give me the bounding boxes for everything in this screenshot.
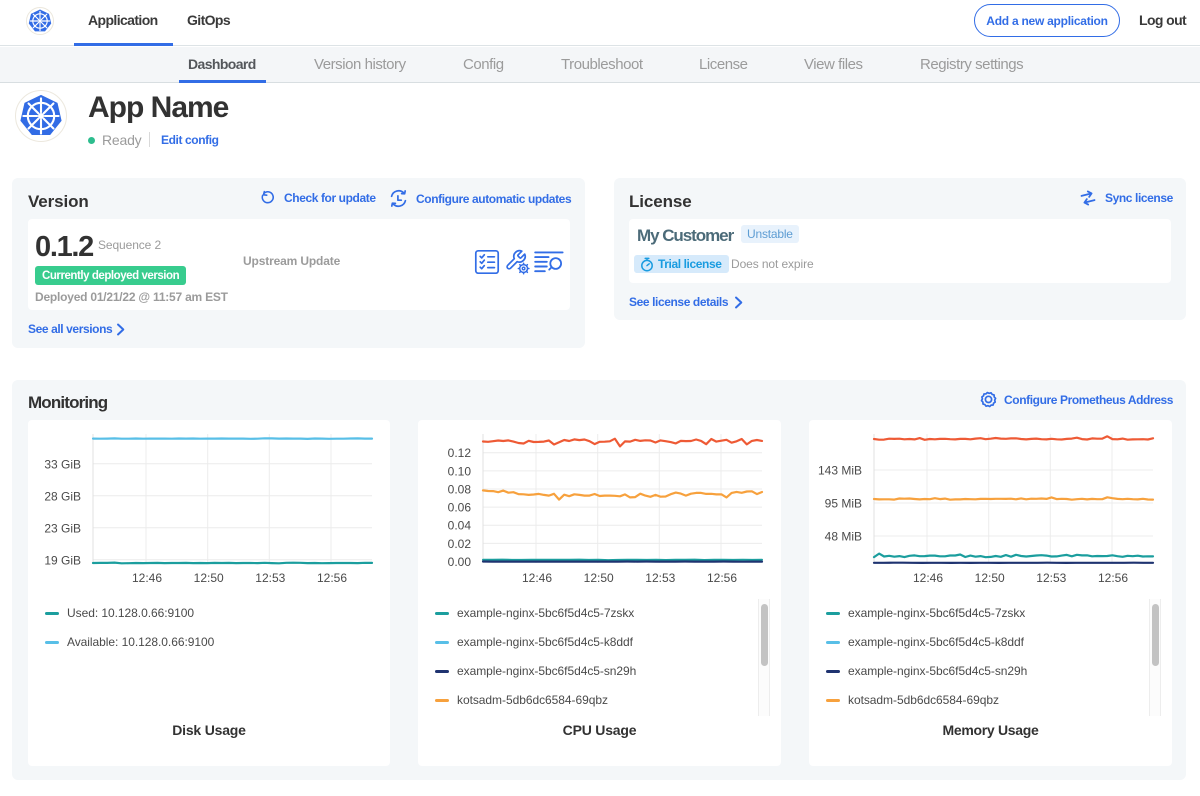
- svg-text:12:56: 12:56: [707, 571, 737, 585]
- svg-text:0.10: 0.10: [448, 464, 472, 478]
- svg-text:12:50: 12:50: [584, 571, 614, 585]
- svg-text:12:46: 12:46: [522, 571, 552, 585]
- svg-text:48 MiB: 48 MiB: [825, 530, 862, 544]
- svg-text:0.04: 0.04: [448, 519, 472, 533]
- svg-text:19 GiB: 19 GiB: [44, 553, 81, 567]
- svg-text:12:53: 12:53: [255, 571, 285, 585]
- svg-text:12:46: 12:46: [132, 571, 162, 585]
- svg-text:0.08: 0.08: [448, 482, 472, 496]
- svg-text:0.06: 0.06: [448, 501, 472, 515]
- svg-text:12:50: 12:50: [194, 571, 224, 585]
- svg-text:12:53: 12:53: [1036, 571, 1066, 585]
- svg-text:0.00: 0.00: [448, 555, 472, 569]
- svg-text:95 MiB: 95 MiB: [825, 497, 862, 511]
- svg-text:33 GiB: 33 GiB: [44, 457, 81, 471]
- svg-text:12:46: 12:46: [913, 571, 943, 585]
- svg-text:0.02: 0.02: [448, 537, 472, 551]
- svg-text:23 GiB: 23 GiB: [44, 521, 81, 535]
- svg-text:12:50: 12:50: [975, 571, 1005, 585]
- svg-text:12:53: 12:53: [645, 571, 675, 585]
- svg-text:0.12: 0.12: [448, 446, 472, 460]
- svg-text:143 MiB: 143 MiB: [818, 464, 862, 478]
- svg-text:12:56: 12:56: [1098, 571, 1128, 585]
- svg-text:28 GiB: 28 GiB: [44, 489, 81, 503]
- svg-text:12:56: 12:56: [317, 571, 347, 585]
